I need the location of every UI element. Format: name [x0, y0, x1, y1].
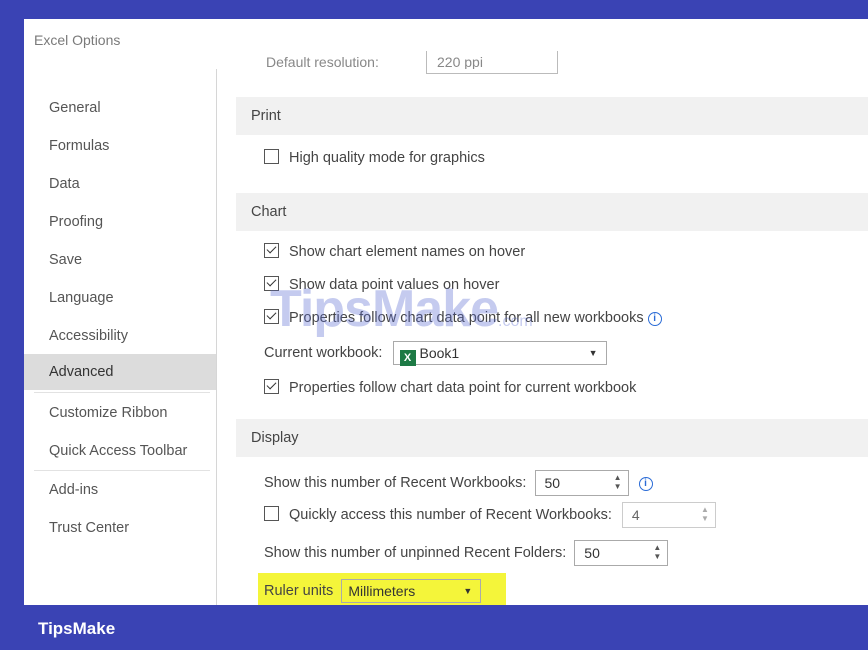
sidebar-item-data[interactable]: Data	[24, 166, 216, 202]
section-header-chart: Chart	[236, 193, 868, 231]
default-resolution-label: Default resolution:	[266, 55, 379, 69]
props-current-label: Properties follow chart data point for c…	[289, 380, 637, 396]
spinner-arrows-icon[interactable]: ▲ ▼	[614, 473, 622, 491]
watermark-text: TipsMake	[270, 280, 499, 338]
spinner-arrows-icon[interactable]: ▲ ▼	[701, 505, 709, 523]
quick-access-row[interactable]: Quickly access this number of Recent Wor…	[264, 501, 716, 529]
default-resolution-select[interactable]: 220 ppi	[426, 51, 558, 74]
sidebar-item-advanced[interactable]: Advanced	[24, 354, 216, 390]
quick-access-value: 4	[631, 507, 640, 524]
recent-folders-row: Show this number of unpinned Recent Fold…	[264, 539, 669, 567]
section-header-print: Print	[236, 97, 868, 135]
current-workbook-select[interactable]: X Book1 ▼	[392, 341, 607, 367]
dropdown-arrow-icon: ▼	[588, 348, 598, 359]
spinner-arrows-icon[interactable]: ▲ ▼	[653, 543, 661, 561]
dropdown-arrow-icon: ▼	[463, 586, 473, 597]
high-quality-option[interactable]: High quality mode for graphics	[264, 147, 485, 169]
info-icon[interactable]: i	[638, 477, 653, 491]
sidebar-item-quick-access-toolbar[interactable]: Quick Access Toolbar	[24, 433, 216, 469]
sidebar-item-formulas[interactable]: Formulas	[24, 128, 216, 164]
current-workbook-label: Current workbook:	[264, 345, 383, 361]
watermark-suffix: .com	[498, 313, 533, 330]
info-icon[interactable]: i	[647, 312, 662, 326]
sidebar-item-customize-ribbon[interactable]: Customize Ribbon	[24, 395, 216, 431]
sidebar-item-language[interactable]: Language	[24, 280, 216, 316]
current-workbook-row: Current workbook: X Book1 ▼	[264, 339, 607, 367]
sidebar-divider	[34, 470, 210, 471]
footer-label: TipsMake	[38, 619, 116, 638]
checkbox-icon[interactable]	[264, 506, 279, 521]
checkbox-icon[interactable]	[264, 379, 279, 394]
checkbox-icon[interactable]	[264, 149, 279, 164]
current-workbook-value: Book1	[419, 345, 460, 362]
section-header-display: Display	[236, 419, 868, 457]
quick-access-label: Quickly access this number of Recent Wor…	[289, 507, 612, 523]
footer-bar: TipsMake	[0, 605, 868, 650]
sidebar-item-accessibility[interactable]: Accessibility	[24, 318, 216, 354]
high-quality-label: High quality mode for graphics	[289, 150, 485, 166]
watermark: TipsMake.com	[270, 279, 533, 339]
props-current-option[interactable]: Properties follow chart data point for c…	[264, 377, 636, 399]
quick-access-spinner[interactable]: 4 ▲ ▼	[621, 502, 716, 529]
ruler-units-value: Millimeters	[348, 583, 416, 600]
recent-workbooks-label: Show this number of Recent Workbooks:	[264, 475, 527, 491]
recent-workbooks-row: Show this number of Recent Workbooks: 50…	[264, 469, 653, 497]
show-element-names-option[interactable]: Show chart element names on hover	[264, 241, 525, 263]
recent-folders-spinner[interactable]: 50 ▲ ▼	[574, 540, 669, 567]
show-element-names-label: Show chart element names on hover	[289, 244, 526, 260]
recent-folders-label: Show this number of unpinned Recent Fold…	[264, 545, 567, 561]
ruler-units-label: Ruler units	[264, 583, 334, 599]
recent-workbooks-spinner[interactable]: 50 ▲ ▼	[534, 470, 629, 497]
ruler-units-row: Ruler units Millimeters ▼	[264, 577, 482, 605]
sidebar-item-add-ins[interactable]: Add-ins	[24, 472, 216, 508]
options-sidebar: General Formulas Data Proofing Save Lang…	[24, 69, 217, 605]
checkbox-icon[interactable]	[264, 243, 279, 258]
sidebar-divider	[34, 392, 210, 393]
recent-folders-value: 50	[584, 545, 600, 562]
default-resolution-value: 220 ppi	[437, 55, 483, 69]
sidebar-item-general[interactable]: General	[24, 90, 216, 126]
excel-workbook-icon: X	[399, 350, 416, 367]
sidebar-item-save[interactable]: Save	[24, 242, 216, 278]
sidebar-item-trust-center[interactable]: Trust Center	[24, 510, 216, 546]
window-title: Excel Options	[34, 32, 121, 48]
recent-workbooks-value: 50	[544, 475, 561, 492]
ruler-units-select[interactable]: Millimeters ▼	[341, 579, 482, 604]
sidebar-item-proofing[interactable]: Proofing	[24, 204, 216, 240]
